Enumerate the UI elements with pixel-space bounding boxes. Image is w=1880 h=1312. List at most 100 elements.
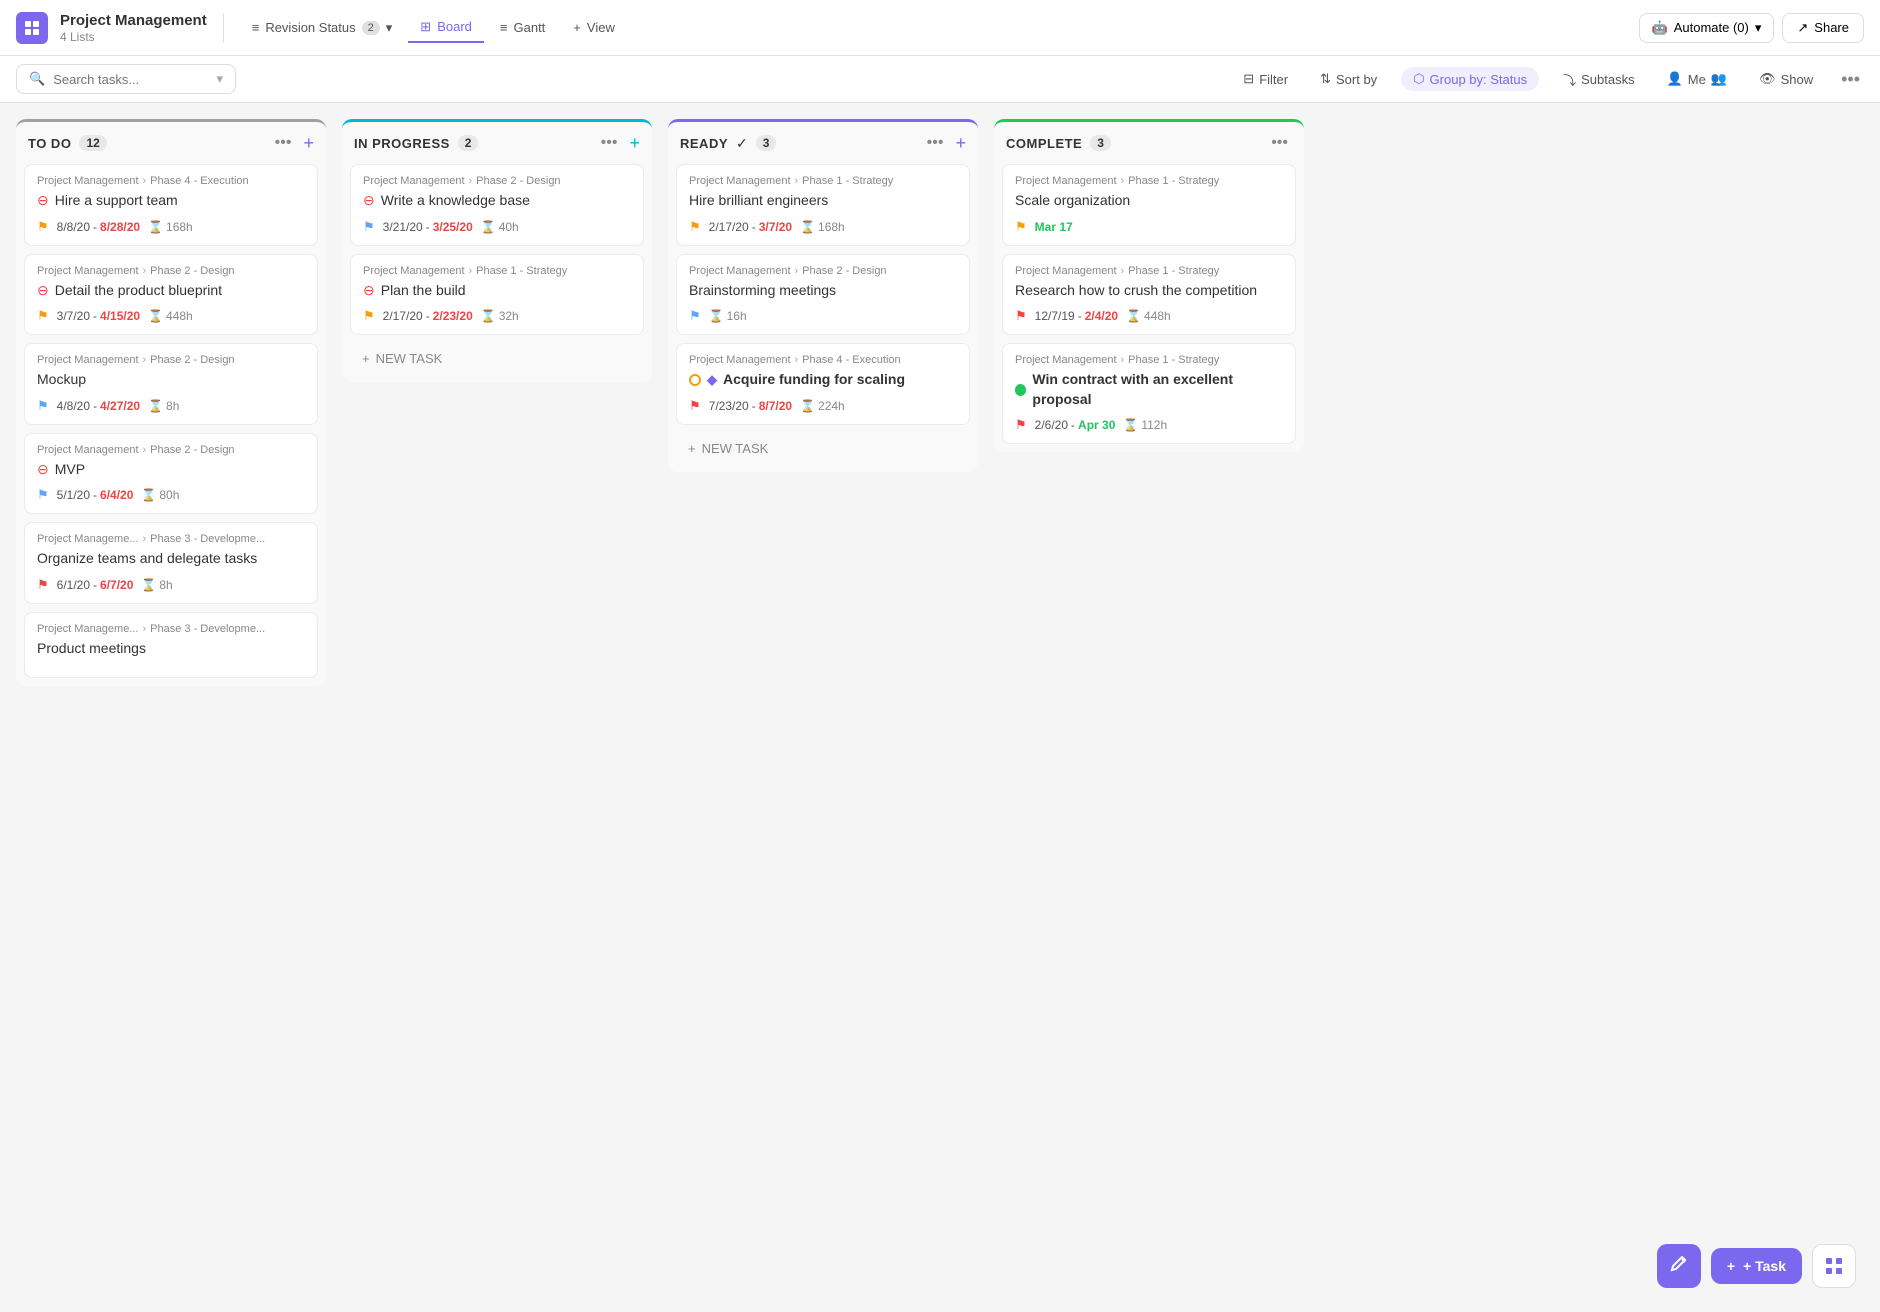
chevron-down-icon: ▾ bbox=[1755, 20, 1762, 36]
flag-icon: ⚑ bbox=[37, 398, 49, 414]
card-path: Project Management › Phase 4 - Execution bbox=[37, 175, 305, 187]
column-add-button[interactable]: + bbox=[955, 133, 966, 154]
flag-icon: ⚑ bbox=[37, 219, 49, 235]
edit-button[interactable] bbox=[1657, 1244, 1701, 1288]
project-info: Project Management 4 Lists bbox=[60, 12, 207, 44]
card-meta: ⚑ 8/8/20 - 8/28/20 ⌛168h bbox=[37, 219, 305, 235]
priority-icon: ⊖ bbox=[37, 281, 49, 301]
time-estimate: ⌛168h bbox=[148, 220, 193, 234]
gantt-icon: ≡ bbox=[500, 20, 508, 35]
card-path: Project Management › Phase 1 - Strategy bbox=[1015, 265, 1283, 277]
grid-view-button[interactable] bbox=[1812, 1244, 1856, 1288]
column-count: 2 bbox=[458, 135, 479, 151]
plus-icon: + bbox=[688, 441, 696, 456]
date-range: 6/1/20 - 6/7/20 bbox=[57, 578, 134, 592]
priority-icon: ⊖ bbox=[37, 460, 49, 480]
cards-inprogress: Project Management › Phase 2 - Design ⊖W… bbox=[342, 164, 652, 382]
search-box[interactable]: 🔍 ▾ bbox=[16, 64, 236, 94]
tab-board[interactable]: ⊞ Board bbox=[408, 13, 484, 43]
top-bar: Project Management 4 Lists ≡ Revision St… bbox=[0, 0, 1880, 56]
time-estimate: ⌛448h bbox=[148, 309, 193, 323]
new-task-button[interactable]: +NEW TASK bbox=[676, 433, 970, 464]
tab-gantt[interactable]: ≡ Gantt bbox=[488, 14, 557, 41]
time-estimate: ⌛112h bbox=[1123, 418, 1167, 432]
column-ready: READY✓ 3 ••• + Project Management › Phas… bbox=[668, 119, 978, 472]
time-estimate: ⌛448h bbox=[1126, 309, 1171, 323]
task-card[interactable]: Project Management › Phase 1 - Strategy … bbox=[1002, 254, 1296, 336]
add-task-button[interactable]: + + Task bbox=[1711, 1248, 1802, 1284]
card-path: Project Management › Phase 1 - Strategy bbox=[689, 175, 957, 187]
group-by-button[interactable]: ⬡ Group by: Status bbox=[1401, 67, 1539, 91]
group-icon: ⬡ bbox=[1413, 71, 1424, 87]
more-options-button[interactable]: ••• bbox=[1837, 69, 1864, 90]
card-meta: ⚑ 2/6/20 - Apr 30 ⌛112h bbox=[1015, 417, 1283, 433]
task-card[interactable]: Project Manageme... › Phase 3 - Developm… bbox=[24, 612, 318, 678]
user-icon: 👤 bbox=[1667, 71, 1683, 87]
priority-icon: ⊖ bbox=[363, 281, 375, 301]
tab-revision[interactable]: ≡ Revision Status 2 ▾ bbox=[240, 14, 405, 42]
task-card[interactable]: Project Management › Phase 2 - Design ⊖D… bbox=[24, 254, 318, 336]
card-path: Project Manageme... › Phase 3 - Developm… bbox=[37, 533, 305, 545]
card-title: ⊖Hire a support team bbox=[37, 191, 305, 211]
app-icon bbox=[16, 12, 48, 44]
board: TO DO 12 ••• + Project Management › Phas… bbox=[0, 103, 1880, 1303]
me-button[interactable]: 👤 Me 👥 bbox=[1659, 67, 1735, 91]
tab-view[interactable]: + View bbox=[561, 14, 627, 41]
task-card[interactable]: Project Management › Phase 1 - Strategy … bbox=[1002, 343, 1296, 444]
column-more-button[interactable]: ••• bbox=[271, 132, 296, 154]
filter-icon: ⊟ bbox=[1243, 71, 1254, 87]
check-icon: ✓ bbox=[736, 135, 748, 152]
subtasks-icon: ⤵ bbox=[1563, 70, 1576, 89]
task-card[interactable]: Project Management › Phase 4 - Execution… bbox=[24, 164, 318, 246]
column-title: IN PROGRESS bbox=[354, 136, 450, 151]
card-title: Research how to crush the competition bbox=[1015, 281, 1283, 301]
card-meta: ⚑ 12/7/19 - 2/4/20 ⌛448h bbox=[1015, 308, 1283, 324]
flag-icon: ⚑ bbox=[1015, 308, 1027, 324]
task-card[interactable]: Project Management › Phase 1 - Strategy … bbox=[350, 254, 644, 336]
flag-icon: ⚑ bbox=[689, 219, 701, 235]
task-card[interactable]: Project Management › Phase 2 - Design ⊖M… bbox=[24, 433, 318, 515]
top-actions: 🤖 Automate (0) ▾ ↗ Share bbox=[1639, 13, 1864, 43]
task-card[interactable]: Project Management › Phase 4 - Execution… bbox=[676, 343, 970, 425]
column-add-button[interactable]: + bbox=[629, 133, 640, 154]
task-card[interactable]: Project Manageme... › Phase 3 - Developm… bbox=[24, 522, 318, 604]
show-button[interactable]: 👁 Show bbox=[1751, 67, 1821, 91]
task-card[interactable]: Project Management › Phase 2 - Design Mo… bbox=[24, 343, 318, 425]
new-task-button[interactable]: +NEW TASK bbox=[350, 343, 644, 374]
card-meta: ⚑ 3/21/20 - 3/25/20 ⌛40h bbox=[363, 219, 631, 235]
task-card[interactable]: Project Management › Phase 2 - Design Br… bbox=[676, 254, 970, 336]
card-title: Scale organization bbox=[1015, 191, 1283, 211]
chevron-down-icon: ▾ bbox=[386, 20, 393, 36]
subtasks-button[interactable]: ⤵ Subtasks bbox=[1555, 66, 1643, 93]
column-more-button[interactable]: ••• bbox=[923, 132, 948, 154]
date-range: 3/7/20 - 4/15/20 bbox=[57, 309, 140, 323]
card-title: Hire brilliant engineers bbox=[689, 191, 957, 211]
toolbar-actions: ⊟ Filter ⇅ Sort by ⬡ Group by: Status ⤵ … bbox=[1235, 66, 1864, 93]
share-button[interactable]: ↗ Share bbox=[1782, 13, 1864, 43]
card-path: Project Management › Phase 1 - Strategy bbox=[1015, 354, 1283, 366]
search-input[interactable] bbox=[53, 72, 193, 87]
column-more-button[interactable]: ••• bbox=[1267, 132, 1292, 154]
project-title: Project Management bbox=[60, 12, 207, 30]
sort-button[interactable]: ⇅ Sort by bbox=[1312, 67, 1385, 91]
flag-icon: ⚑ bbox=[1015, 417, 1027, 433]
date-range: Mar 17 bbox=[1035, 220, 1073, 234]
project-subtitle: 4 Lists bbox=[60, 30, 207, 44]
task-card[interactable]: Project Management › Phase 2 - Design ⊖W… bbox=[350, 164, 644, 246]
card-title: Mockup bbox=[37, 370, 305, 390]
priority-dot-icon bbox=[1015, 384, 1026, 396]
robot-icon: 🤖 bbox=[1652, 20, 1668, 36]
task-card[interactable]: Project Management › Phase 1 - Strategy … bbox=[676, 164, 970, 246]
time-estimate: ⌛8h bbox=[148, 399, 179, 413]
time-estimate: ⌛32h bbox=[481, 309, 519, 323]
card-path: Project Management › Phase 1 - Strategy bbox=[363, 265, 631, 277]
priority-icon: ⊖ bbox=[37, 191, 49, 211]
column-add-button[interactable]: + bbox=[303, 133, 314, 154]
card-meta: ⚑ 6/1/20 - 6/7/20 ⌛8h bbox=[37, 577, 305, 593]
plus-icon: + bbox=[573, 20, 581, 35]
filter-button[interactable]: ⊟ Filter bbox=[1235, 67, 1296, 91]
task-card[interactable]: Project Management › Phase 1 - Strategy … bbox=[1002, 164, 1296, 246]
automate-button[interactable]: 🤖 Automate (0) ▾ bbox=[1639, 13, 1775, 43]
column-header-todo: TO DO 12 ••• + bbox=[16, 122, 326, 164]
column-more-button[interactable]: ••• bbox=[597, 132, 622, 154]
